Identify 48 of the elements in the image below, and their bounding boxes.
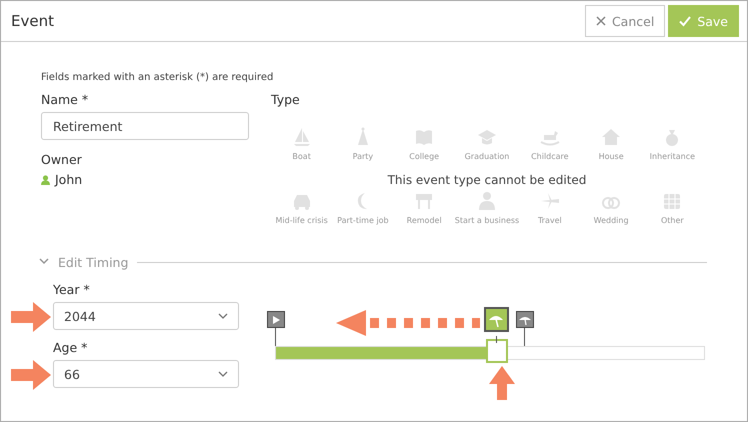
- chevron-down-icon: [218, 313, 228, 319]
- dropdown[interactable]: 66: [53, 360, 239, 388]
- book-icon: [414, 127, 434, 147]
- slider-handle[interactable]: [486, 339, 508, 363]
- event-type-option: Other: [642, 191, 703, 225]
- callout-arrow-icon: [488, 366, 515, 400]
- field-label: Name *: [41, 92, 90, 107]
- graduation-cap-icon: [477, 127, 497, 147]
- play-icon: [271, 314, 281, 324]
- event-type-option: Wedding: [580, 191, 642, 225]
- event-type-option: Start a business: [454, 191, 520, 225]
- name-field[interactable]: Retirement: [41, 112, 249, 140]
- event-type-option: Party: [332, 127, 394, 161]
- retirement-marker[interactable]: [484, 307, 509, 332]
- sailboat-icon: [292, 127, 312, 147]
- event-type-option: Boat: [271, 127, 332, 161]
- dropdown[interactable]: 2044: [53, 302, 239, 330]
- event-type-option: Remodel: [394, 191, 455, 225]
- person-icon: [41, 174, 50, 184]
- construction-barrier-icon: [414, 191, 434, 211]
- event-type-option: Inheritance: [642, 127, 703, 161]
- event-type-option: Graduation: [454, 127, 520, 161]
- owner-name: John: [55, 172, 82, 187]
- window-title: Event: [11, 12, 54, 30]
- callout-arrow-icon: [9, 300, 53, 334]
- check-icon: [679, 15, 692, 27]
- businessperson-icon: [477, 191, 497, 211]
- event-type-option: College: [394, 127, 455, 161]
- event-type-option: Part-time job: [332, 191, 394, 225]
- field-label: Age *: [53, 340, 88, 355]
- field-label: Type: [271, 92, 301, 107]
- start-marker[interactable]: [267, 311, 285, 328]
- house-icon: [601, 127, 622, 147]
- callout-arrow-icon: [9, 358, 53, 392]
- required-note: Fields marked with an asterisk (*) are required: [41, 72, 274, 83]
- event-type-option: House: [580, 127, 642, 161]
- event-type-option: Childcare: [519, 127, 580, 161]
- cancel-button[interactable]: Cancel: [584, 5, 666, 37]
- chevron-down-icon: [218, 371, 228, 377]
- field-label: Owner: [41, 152, 83, 167]
- event-type-option: Travel: [519, 191, 580, 225]
- calendar-grid-icon: [662, 191, 682, 211]
- event-marker[interactable]: [516, 311, 534, 328]
- field-label: Year *: [53, 282, 91, 297]
- dashed-arrow-icon: [336, 310, 480, 336]
- close-icon: [596, 16, 606, 26]
- event-type-option: Mid-life crisis: [271, 191, 332, 225]
- locked-message: This event type cannot be edited: [388, 173, 586, 187]
